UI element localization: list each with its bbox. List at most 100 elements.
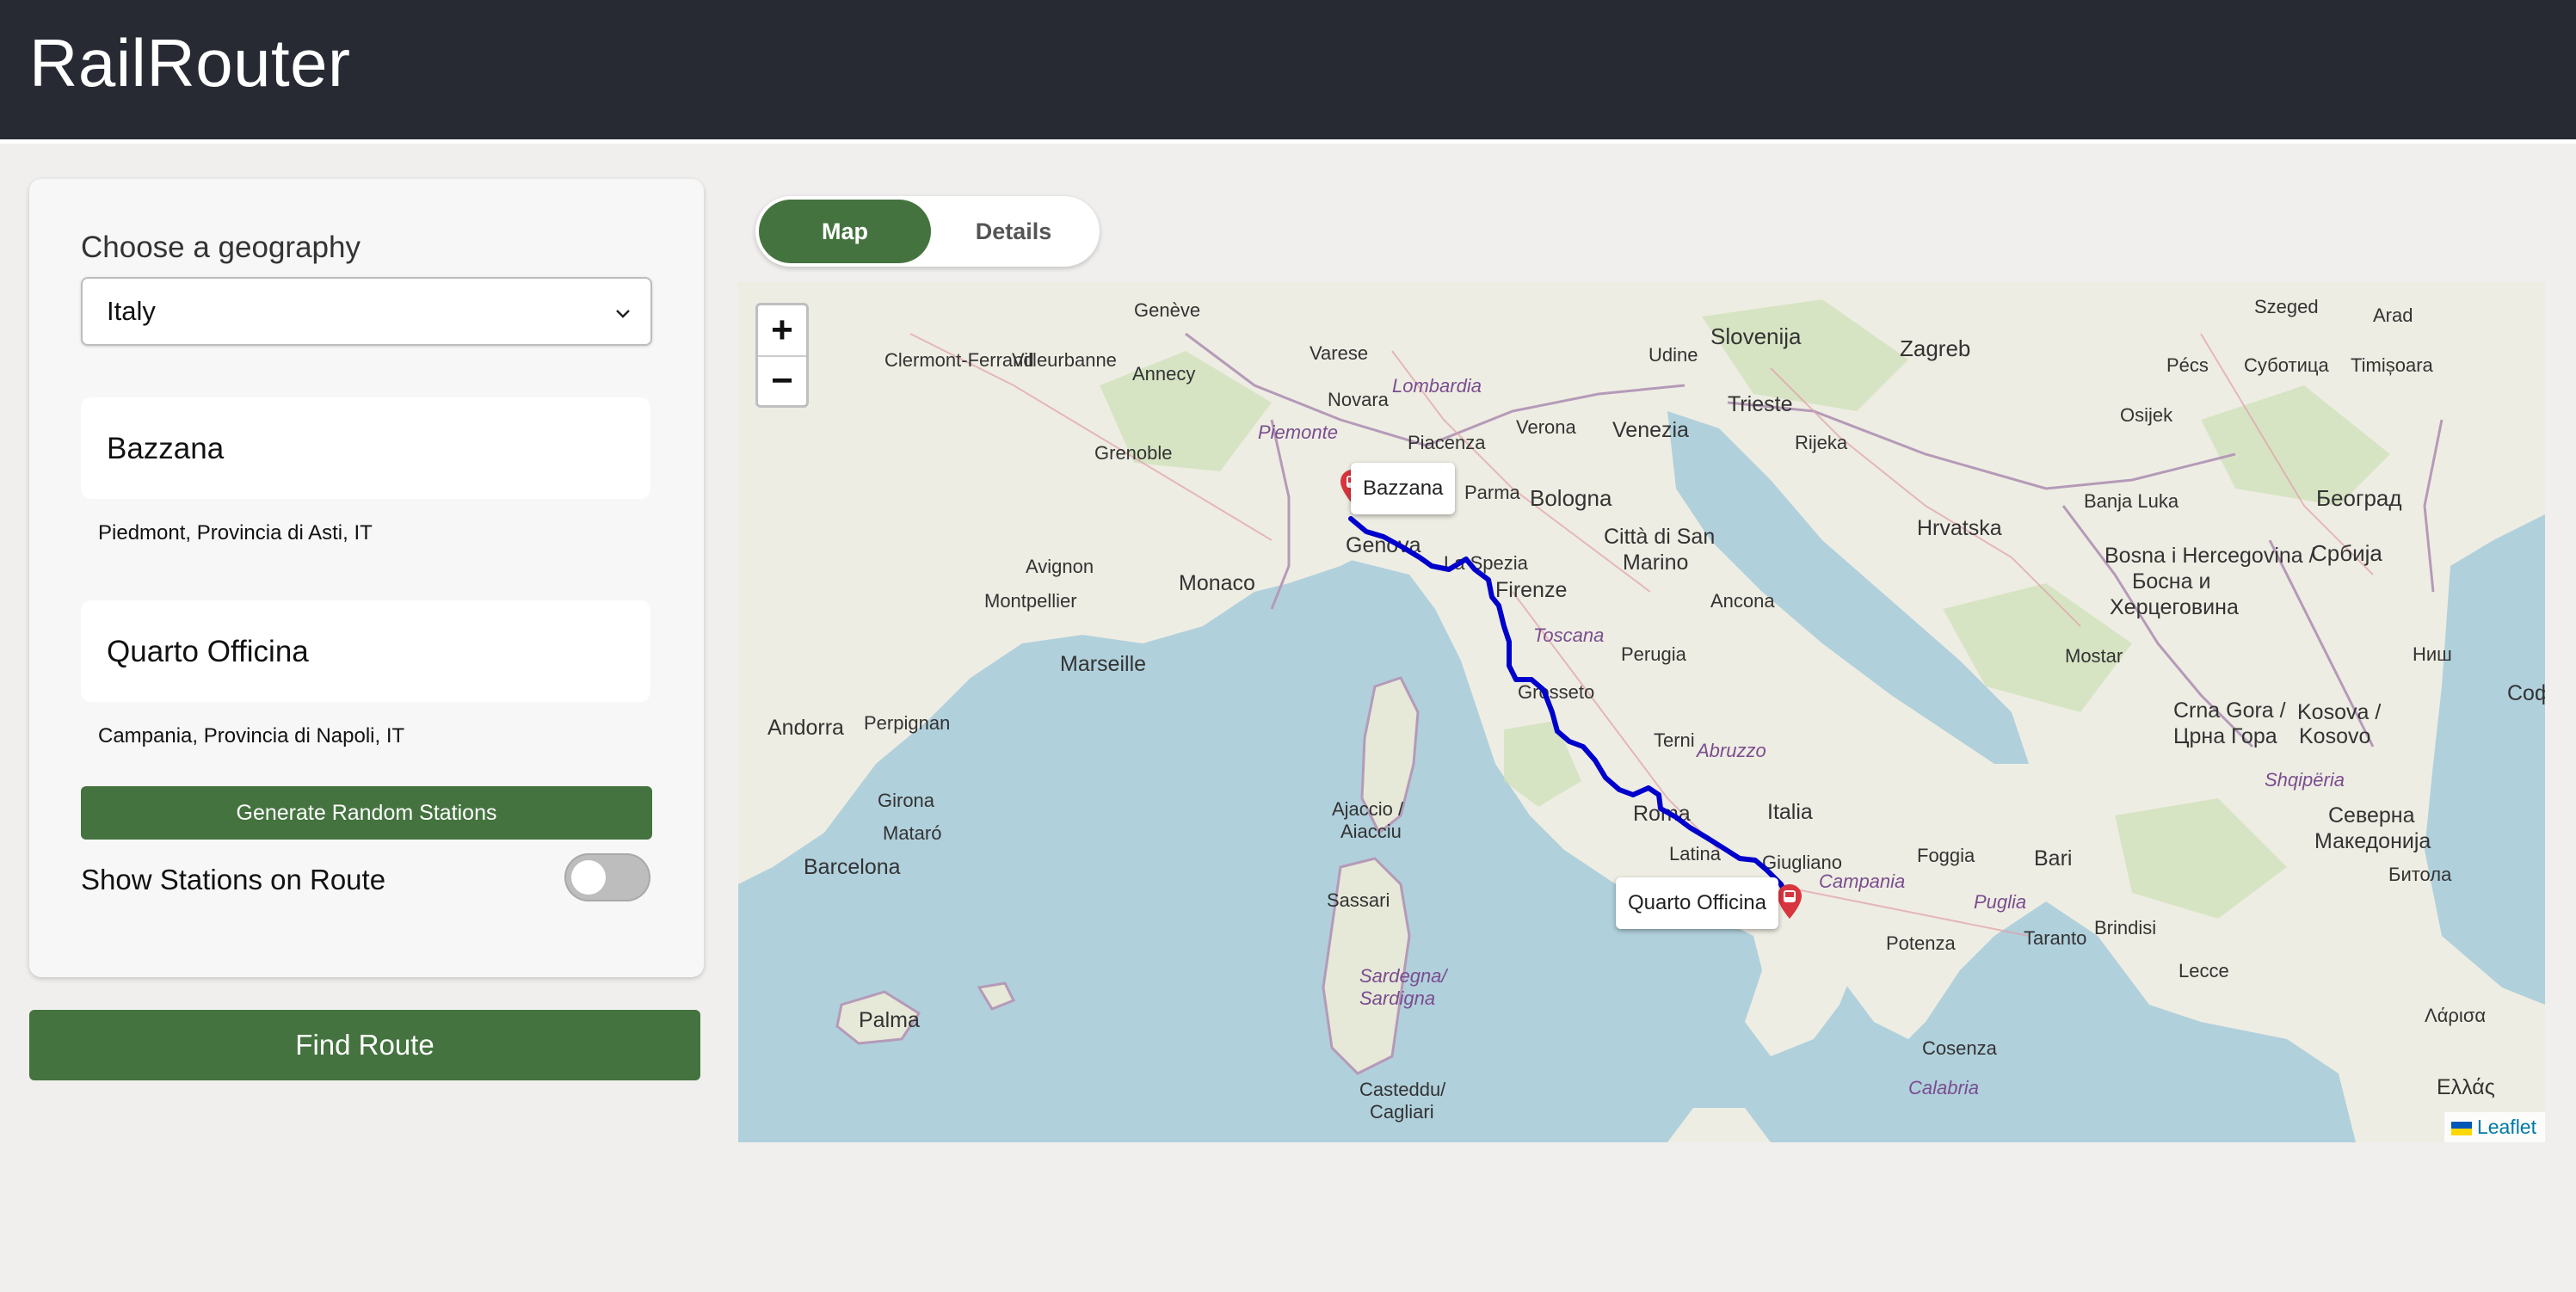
map-label-annecy: Annecy [1132,363,1195,385]
tab-details[interactable]: Details [931,200,1096,263]
map-label-cosenza: Cosenza [1922,1037,1998,1059]
map-label-latina: Latina [1669,843,1722,864]
map-label-taranto: Taranto [2024,927,2086,949]
destination-marker-label: Quarto Officina [1616,877,1778,929]
map-label-sassari: Sassari [1327,889,1390,911]
map-label-bari: Bari [2034,846,2072,871]
map-label-ajaccio: Ajaccio / [1332,798,1404,820]
map-label-campania: Campania [1819,871,1905,892]
map-label-sardigna: Sardigna [1359,987,1435,1009]
map-label-nis: Ниш [2413,643,2452,665]
map-attribution[interactable]: Leaflet [2444,1112,2545,1142]
map-label-banja-luka: Banja Luka [2084,490,2179,512]
map-label-cagliari2: Cagliari [1370,1101,1434,1123]
show-stations-toggle[interactable] [564,853,650,901]
map-label-firenze: Firenze [1495,578,1567,602]
map-label-kosova: Kosova / [2297,700,2381,724]
map-label-severna: Северна [2328,803,2415,827]
map-label-timisoara: Timișoara [2351,354,2434,376]
map-label-novara: Novara [1328,389,1390,410]
geography-selected-value: Italy [107,296,156,326]
map-label-srbija: Србија [2311,540,2382,566]
origin-station-name: Bazzana [107,432,225,465]
map-label-brindisi: Brindisi [2094,917,2156,938]
view-tabs: Map Details [755,196,1100,267]
map-label-slovenija: Slovenija [1710,323,1802,349]
map-label-marseille: Marseille [1060,652,1146,676]
map-label-verona: Verona [1516,416,1576,438]
map-label-citta-san: Città di San [1604,525,1715,549]
map-label-trieste: Trieste [1728,392,1792,416]
map-label-sardegna: Sardegna/ [1359,965,1448,987]
map-label-parma: Parma [1464,482,1521,503]
map-label-szeged: Szeged [2254,296,2319,317]
map-label-piacenza: Piacenza [1408,432,1486,453]
map-label-mostar: Mostar [2065,645,2123,667]
map-label-toscana: Toscana [1533,624,1604,646]
map-label-abruzzo: Abruzzo [1695,740,1766,761]
map-label-avignon: Avignon [1026,556,1094,577]
zoom-out-button[interactable]: − [758,356,806,406]
map-label-cagliari: Casteddu/ [1359,1079,1446,1100]
tab-map[interactable]: Map [759,200,931,263]
map-label-barcelona: Barcelona [804,855,901,879]
sicily-tip [1667,1108,1771,1142]
map-label-puglia: Puglia [1974,891,2026,913]
map-label-terni: Terni [1654,729,1695,751]
ukraine-flag-icon [2450,1121,2472,1135]
origin-marker-label: Bazzana [1351,463,1456,514]
map-label-pecs: Pécs [2166,354,2209,376]
route-map[interactable]: Slovenija Zagreb Szeged Arad Pécs Суботи… [738,282,2545,1142]
map-label-marino: Marino [1623,551,1688,575]
generate-random-stations-button[interactable]: Generate Random Stations [81,786,652,840]
menorca [977,981,1016,1011]
map-label-perpignan: Perpignan [864,712,950,734]
map-label-bitola: Битола [2388,864,2452,885]
destination-station-name: Quarto Officina [107,635,309,668]
map-label-aiacciu: Aiacciu [1340,821,1402,842]
map-label-grosseto: Grosseto [1518,681,1594,703]
map-label-shqiperia: Shqipëria [2265,769,2345,791]
map-label-lombardia: Lombardia [1392,375,1482,397]
map-label-andorra: Andorra [767,716,844,740]
map-label-crna-gora: Crna Gora / [2173,698,2286,723]
origin-station-field[interactable]: Bazzana [81,397,650,499]
geography-select[interactable]: Italy [81,277,652,346]
map-label-hrvatska: Hrvatska [1917,516,2002,540]
map-label-palma: Palma [859,1008,920,1032]
map-label-subotica: Суботица [2244,354,2329,376]
map-label-foggia: Foggia [1917,845,1975,866]
map-label-venezia: Venezia [1612,418,1689,442]
route-form-panel: Choose a geography Italy Bazzana Piedmon… [29,179,704,977]
map-label-villeurbanne: Villeurbanne [1012,349,1117,371]
destination-station-field[interactable]: Quarto Officina [81,600,650,702]
map-label-calabria: Calabria [1908,1077,1979,1098]
map-label-sofia: София [2507,681,2545,705]
map-label-potenza: Potenza [1886,932,1956,954]
map-label-makedonija: Македонија [2314,829,2431,853]
map-label-grenoble: Grenoble [1094,442,1173,464]
map-label-zagreb: Zagreb [1900,335,1970,361]
map-label-monaco: Monaco [1179,571,1255,595]
geography-label: Choose a geography [81,231,361,264]
origin-station-region: Piedmont, Provincia di Asti, IT [98,521,373,544]
map-label-italia: Italia [1767,800,1813,824]
find-route-button[interactable]: Find Route [29,1010,700,1080]
zoom-control: + − [755,303,809,408]
map-label-varese: Varese [1310,342,1368,364]
map-label-perugia: Perugia [1621,643,1687,665]
map-label-piemonte: Piemonte [1258,421,1338,443]
map-label-geneve: Genève [1134,299,1200,321]
app-header: RailRouter [0,0,2576,144]
map-label-montpellier: Montpellier [984,590,1077,612]
map-label-beograd: Београд [2316,485,2402,511]
leaflet-link[interactable]: Leaflet [2477,1116,2536,1138]
map-label-mataro: Mataró [883,822,941,844]
zoom-in-button[interactable]: + [758,305,806,357]
map-tiles: Slovenija Zagreb Szeged Arad Pécs Суботи… [738,282,2545,1142]
map-label-girona: Girona [878,790,935,811]
map-label-kosovo: Kosovo [2299,724,2370,748]
map-label-bosna2: Босна и [2132,569,2210,594]
map-label-larisa: Λάρισα [2425,1005,2486,1026]
map-label-bologna: Bologna [1530,485,1612,511]
